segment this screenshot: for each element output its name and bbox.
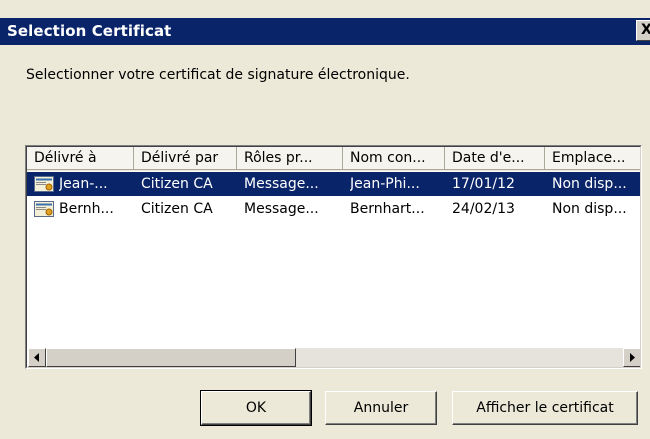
- certificate-row-2[interactable]: Bernh... Citizen CA Message... Bernhart.…: [27, 197, 640, 221]
- horizontal-scrollbar[interactable]: [28, 348, 640, 367]
- scroll-left-arrow-icon: [34, 353, 39, 362]
- cell-date: 24/02/13: [452, 201, 515, 217]
- close-icon: X: [641, 22, 650, 38]
- cell-location: Non disp...: [552, 176, 627, 192]
- scroll-right-button[interactable]: [623, 348, 640, 367]
- certificate-selection-dialog: Selection Certificat X Selectionner votr…: [0, 0, 650, 439]
- ok-button[interactable]: OK: [200, 390, 312, 426]
- list-header: Délivré à Délivré par Rôles pr... Nom co…: [27, 147, 640, 171]
- scroll-thumb[interactable]: [46, 348, 296, 367]
- column-header-common-name[interactable]: Nom con...: [343, 147, 445, 170]
- scroll-left-button[interactable]: [28, 348, 46, 367]
- cell-roles: Message...: [244, 176, 319, 192]
- column-header-location[interactable]: Emplace...: [545, 147, 640, 170]
- instruction-text: Selectionner votre certificat de signatu…: [26, 67, 410, 83]
- certificate-icon: [34, 201, 54, 217]
- title-bar[interactable]: Selection Certificat X: [0, 18, 650, 45]
- cell-common-name: Jean-Phi...: [350, 176, 420, 192]
- dialog-title: Selection Certificat: [7, 22, 172, 40]
- column-header-date[interactable]: Date d'e...: [445, 147, 545, 170]
- cell-date: 17/01/12: [452, 176, 515, 192]
- certificate-list[interactable]: Délivré à Délivré par Rôles pr... Nom co…: [25, 145, 642, 369]
- close-button[interactable]: X: [636, 20, 650, 41]
- cell-issued-by: Citizen CA: [141, 176, 213, 192]
- certificate-row-1[interactable]: Jean-... Citizen CA Message... Jean-Phi.…: [27, 172, 640, 196]
- cell-issued-to: Jean-...: [59, 176, 108, 192]
- scroll-right-arrow-icon: [630, 353, 635, 362]
- cell-roles: Message...: [244, 201, 319, 217]
- cell-location: Non disp...: [552, 201, 627, 217]
- column-header-issued-by[interactable]: Délivré par: [134, 147, 237, 170]
- column-header-roles[interactable]: Rôles pr...: [237, 147, 343, 170]
- cell-issued-to: Bernh...: [59, 201, 114, 217]
- view-certificate-button[interactable]: Afficher le certificat: [452, 391, 638, 425]
- cancel-button[interactable]: Annuler: [325, 391, 437, 425]
- cell-common-name: Bernhart...: [350, 201, 425, 217]
- cell-issued-by: Citizen CA: [141, 201, 213, 217]
- certificate-icon: [34, 176, 54, 192]
- column-header-issued-to[interactable]: Délivré à: [27, 147, 134, 170]
